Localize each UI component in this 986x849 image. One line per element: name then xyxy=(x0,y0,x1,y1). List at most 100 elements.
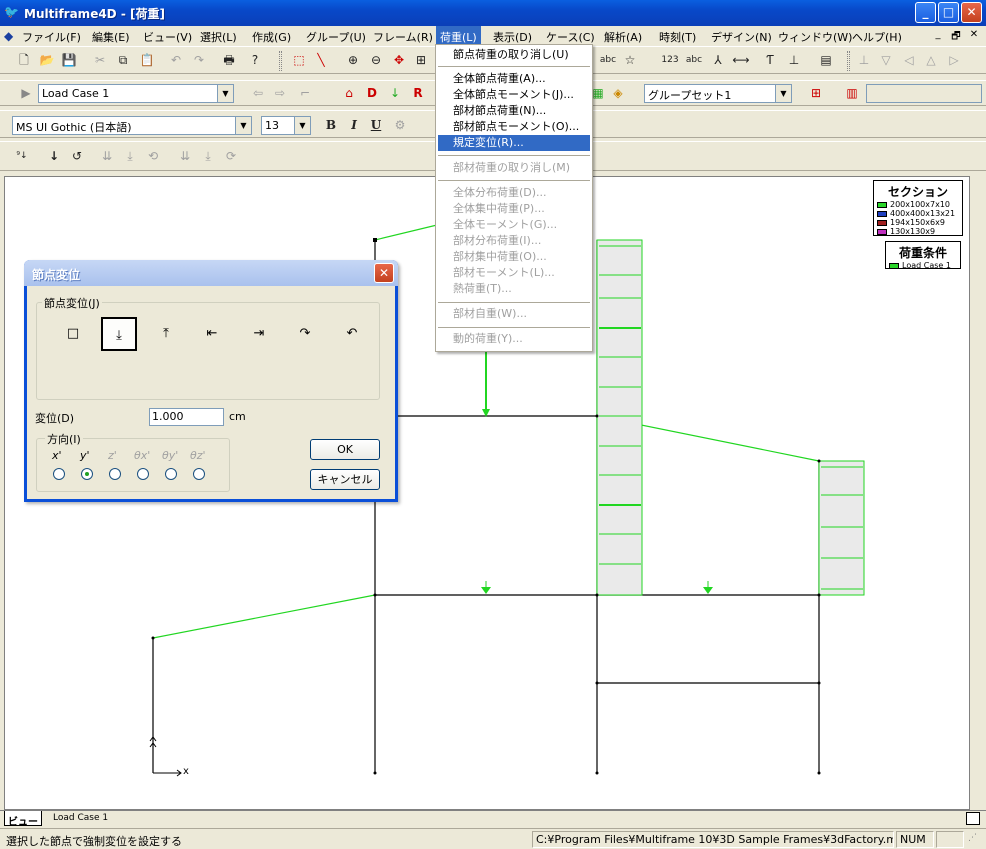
displacement-left-icon[interactable]: ⇤ xyxy=(194,317,230,351)
member-moment-icon[interactable]: ⟲ xyxy=(143,146,163,166)
displacement-up-icon[interactable]: ⤒ xyxy=(148,317,184,351)
load-value-icon[interactable]: ⁹↓ xyxy=(12,146,32,166)
node-label-abc-icon[interactable]: abc xyxy=(598,50,618,70)
zoom-in-icon[interactable]: ⊕ xyxy=(343,50,363,70)
font-size-combo[interactable]: 13 ▼ xyxy=(261,116,311,135)
save-disk-icon[interactable]: 💾 xyxy=(59,50,79,70)
print-icon[interactable]: 🖶 xyxy=(219,50,239,70)
play-icon[interactable]: ▶ xyxy=(16,83,36,103)
load-arrow-icon[interactable]: ↓ xyxy=(385,83,405,103)
rotation-ccw-icon[interactable]: ↶ xyxy=(334,317,370,351)
toolbar-grip[interactable] xyxy=(279,51,282,71)
group-table-icon[interactable]: ▥ xyxy=(842,83,862,103)
redo-icon[interactable]: ↷ xyxy=(189,50,209,70)
bold-button[interactable]: B xyxy=(321,115,341,135)
cut-scissors-icon[interactable]: ✂ xyxy=(90,50,110,70)
displacement-right-icon[interactable]: ⇥ xyxy=(241,317,277,351)
new-file-icon[interactable]: 🗋 xyxy=(14,50,34,70)
maximize-button[interactable]: □ xyxy=(938,2,959,23)
tab-scroll-button[interactable] xyxy=(966,812,980,825)
close-button[interactable]: ✕ xyxy=(961,2,982,23)
menu-prescribed-displacement[interactable]: 規定変位(R)... xyxy=(438,135,590,151)
menu-group[interactable]: グループ(U) xyxy=(306,29,366,45)
support-pinned-icon[interactable]: ▽ xyxy=(876,50,896,70)
displacement-down-icon[interactable]: ⤓ xyxy=(101,317,137,351)
group-set-combo[interactable]: グループセット1 ▼ xyxy=(644,84,792,103)
menu-global-node-moment[interactable]: 全体節点モーメント(J)... xyxy=(438,87,590,103)
node-coords-icon[interactable]: ⊥ xyxy=(784,50,804,70)
text-label-icon[interactable]: abc xyxy=(684,50,704,70)
menu-analysis[interactable]: 解析(A) xyxy=(604,29,642,45)
rotation-cw-icon[interactable]: ↷ xyxy=(287,317,323,351)
support-fixed-icon[interactable]: ⊥ xyxy=(854,50,874,70)
next-case-icon[interactable]: ⇨ xyxy=(270,83,290,103)
chevron-down-icon[interactable]: ▼ xyxy=(294,117,310,134)
underline-button[interactable]: U xyxy=(366,115,386,135)
menu-frame[interactable]: フレーム(R) xyxy=(373,29,433,45)
help-question-icon[interactable]: ? xyxy=(245,50,265,70)
italic-button[interactable]: I xyxy=(344,115,364,135)
dialog-close-button[interactable]: ✕ xyxy=(374,263,394,283)
menu-member-distributed-load[interactable]: 部材分布荷重(I)... xyxy=(438,233,590,249)
table-view-icon[interactable]: ▤ xyxy=(816,50,836,70)
font-combo[interactable]: MS UI Gothic (日本語) ▼ xyxy=(12,116,252,135)
multiframe-app-icon[interactable]: 🐦 xyxy=(4,5,20,19)
frame-view-icon[interactable]: ⌂ xyxy=(339,83,359,103)
node-load-icon[interactable]: ↓ xyxy=(44,146,64,166)
menu-cancel-member-load[interactable]: 部材荷重の取り消し(M) xyxy=(438,160,590,176)
menu-time[interactable]: 時刻(T) xyxy=(659,29,696,45)
menu-design[interactable]: デザイン(N) xyxy=(711,29,772,45)
support-spring-icon[interactable]: △ xyxy=(921,50,941,70)
menu-global-node-load[interactable]: 全体節点荷重(A)... xyxy=(438,71,590,87)
resize-grip-icon[interactable]: ⋰ xyxy=(968,833,982,847)
direction-thx-radio[interactable] xyxy=(137,468,149,480)
tab-load-case-1[interactable]: Load Case 1 xyxy=(50,811,111,826)
open-folder-icon[interactable]: 📂 xyxy=(37,50,57,70)
global-point-icon[interactable]: ⤓ xyxy=(198,146,218,166)
mdi-restore-button[interactable]: 🗗 xyxy=(948,29,964,43)
menu-member-node-moment[interactable]: 部材節点モーメント(O)... xyxy=(438,119,590,135)
member-length-icon[interactable]: ⟷ xyxy=(731,50,751,70)
deflection-icon[interactable]: D xyxy=(362,83,382,103)
reaction-icon[interactable]: R xyxy=(408,83,428,103)
dialog-title-bar[interactable]: 節点変位 ✕ xyxy=(24,260,398,286)
previous-case-icon[interactable]: ⇦ xyxy=(248,83,268,103)
document-system-icon[interactable]: ◆ xyxy=(4,29,13,43)
pan-icon[interactable]: ✥ xyxy=(389,50,409,70)
menu-help[interactable]: ヘルプ(H) xyxy=(852,29,902,45)
select-rectangle-icon[interactable]: ⬚ xyxy=(289,50,309,70)
number-label-icon[interactable]: 123 xyxy=(660,50,680,70)
menu-display[interactable]: 表示(D) xyxy=(493,29,532,45)
displacement-value-input[interactable]: 1.000 xyxy=(149,408,224,426)
thermal-load-icon[interactable]: ⟳ xyxy=(221,146,241,166)
support-roller-icon[interactable]: ◁ xyxy=(899,50,919,70)
chevron-down-icon[interactable]: ▼ xyxy=(235,117,251,134)
toolbar-grip[interactable] xyxy=(847,51,850,71)
tab-view[interactable]: ビュー xyxy=(4,811,42,828)
paste-icon[interactable]: 📋 xyxy=(137,50,157,70)
distributed-load-icon[interactable]: ⇊ xyxy=(97,146,117,166)
load-case-combo[interactable]: Load Case 1 ▼ xyxy=(38,84,234,103)
vertical-scrollbar[interactable] xyxy=(970,176,986,810)
chevron-down-icon[interactable]: ▼ xyxy=(775,85,791,102)
mdi-close-button[interactable]: ✕ xyxy=(966,29,982,43)
direction-z-radio[interactable] xyxy=(109,468,121,480)
draw-line-icon[interactable]: ╲ xyxy=(311,50,331,70)
menu-global-moment[interactable]: 全体モーメント(G)... xyxy=(438,217,590,233)
menu-member-moment[interactable]: 部材モーメント(L)... xyxy=(438,265,590,281)
menu-global-point-load[interactable]: 全体集中荷重(P)... xyxy=(438,201,590,217)
direction-thz-radio[interactable] xyxy=(193,468,205,480)
menu-cancel-node-load[interactable]: 節点荷重の取り消し(U) xyxy=(438,47,590,63)
menu-view[interactable]: ビュー(V) xyxy=(143,29,192,45)
menu-case[interactable]: ケース(C) xyxy=(546,29,595,45)
undo-icon[interactable]: ↶ xyxy=(166,50,186,70)
direction-thy-radio[interactable] xyxy=(165,468,177,480)
menu-global-distributed-load[interactable]: 全体分布荷重(D)... xyxy=(438,185,590,201)
menu-file[interactable]: ファイル(F) xyxy=(22,29,81,45)
menu-member-node-load[interactable]: 部材節点荷重(N)... xyxy=(438,103,590,119)
cancel-button[interactable]: キャンセル xyxy=(310,469,380,490)
copy-icon[interactable]: ⧉ xyxy=(113,50,133,70)
render-3d-icon[interactable]: ◈ xyxy=(608,83,628,103)
chevron-down-icon[interactable]: ▼ xyxy=(217,85,233,102)
step-icon[interactable]: ⌐ xyxy=(295,83,315,103)
